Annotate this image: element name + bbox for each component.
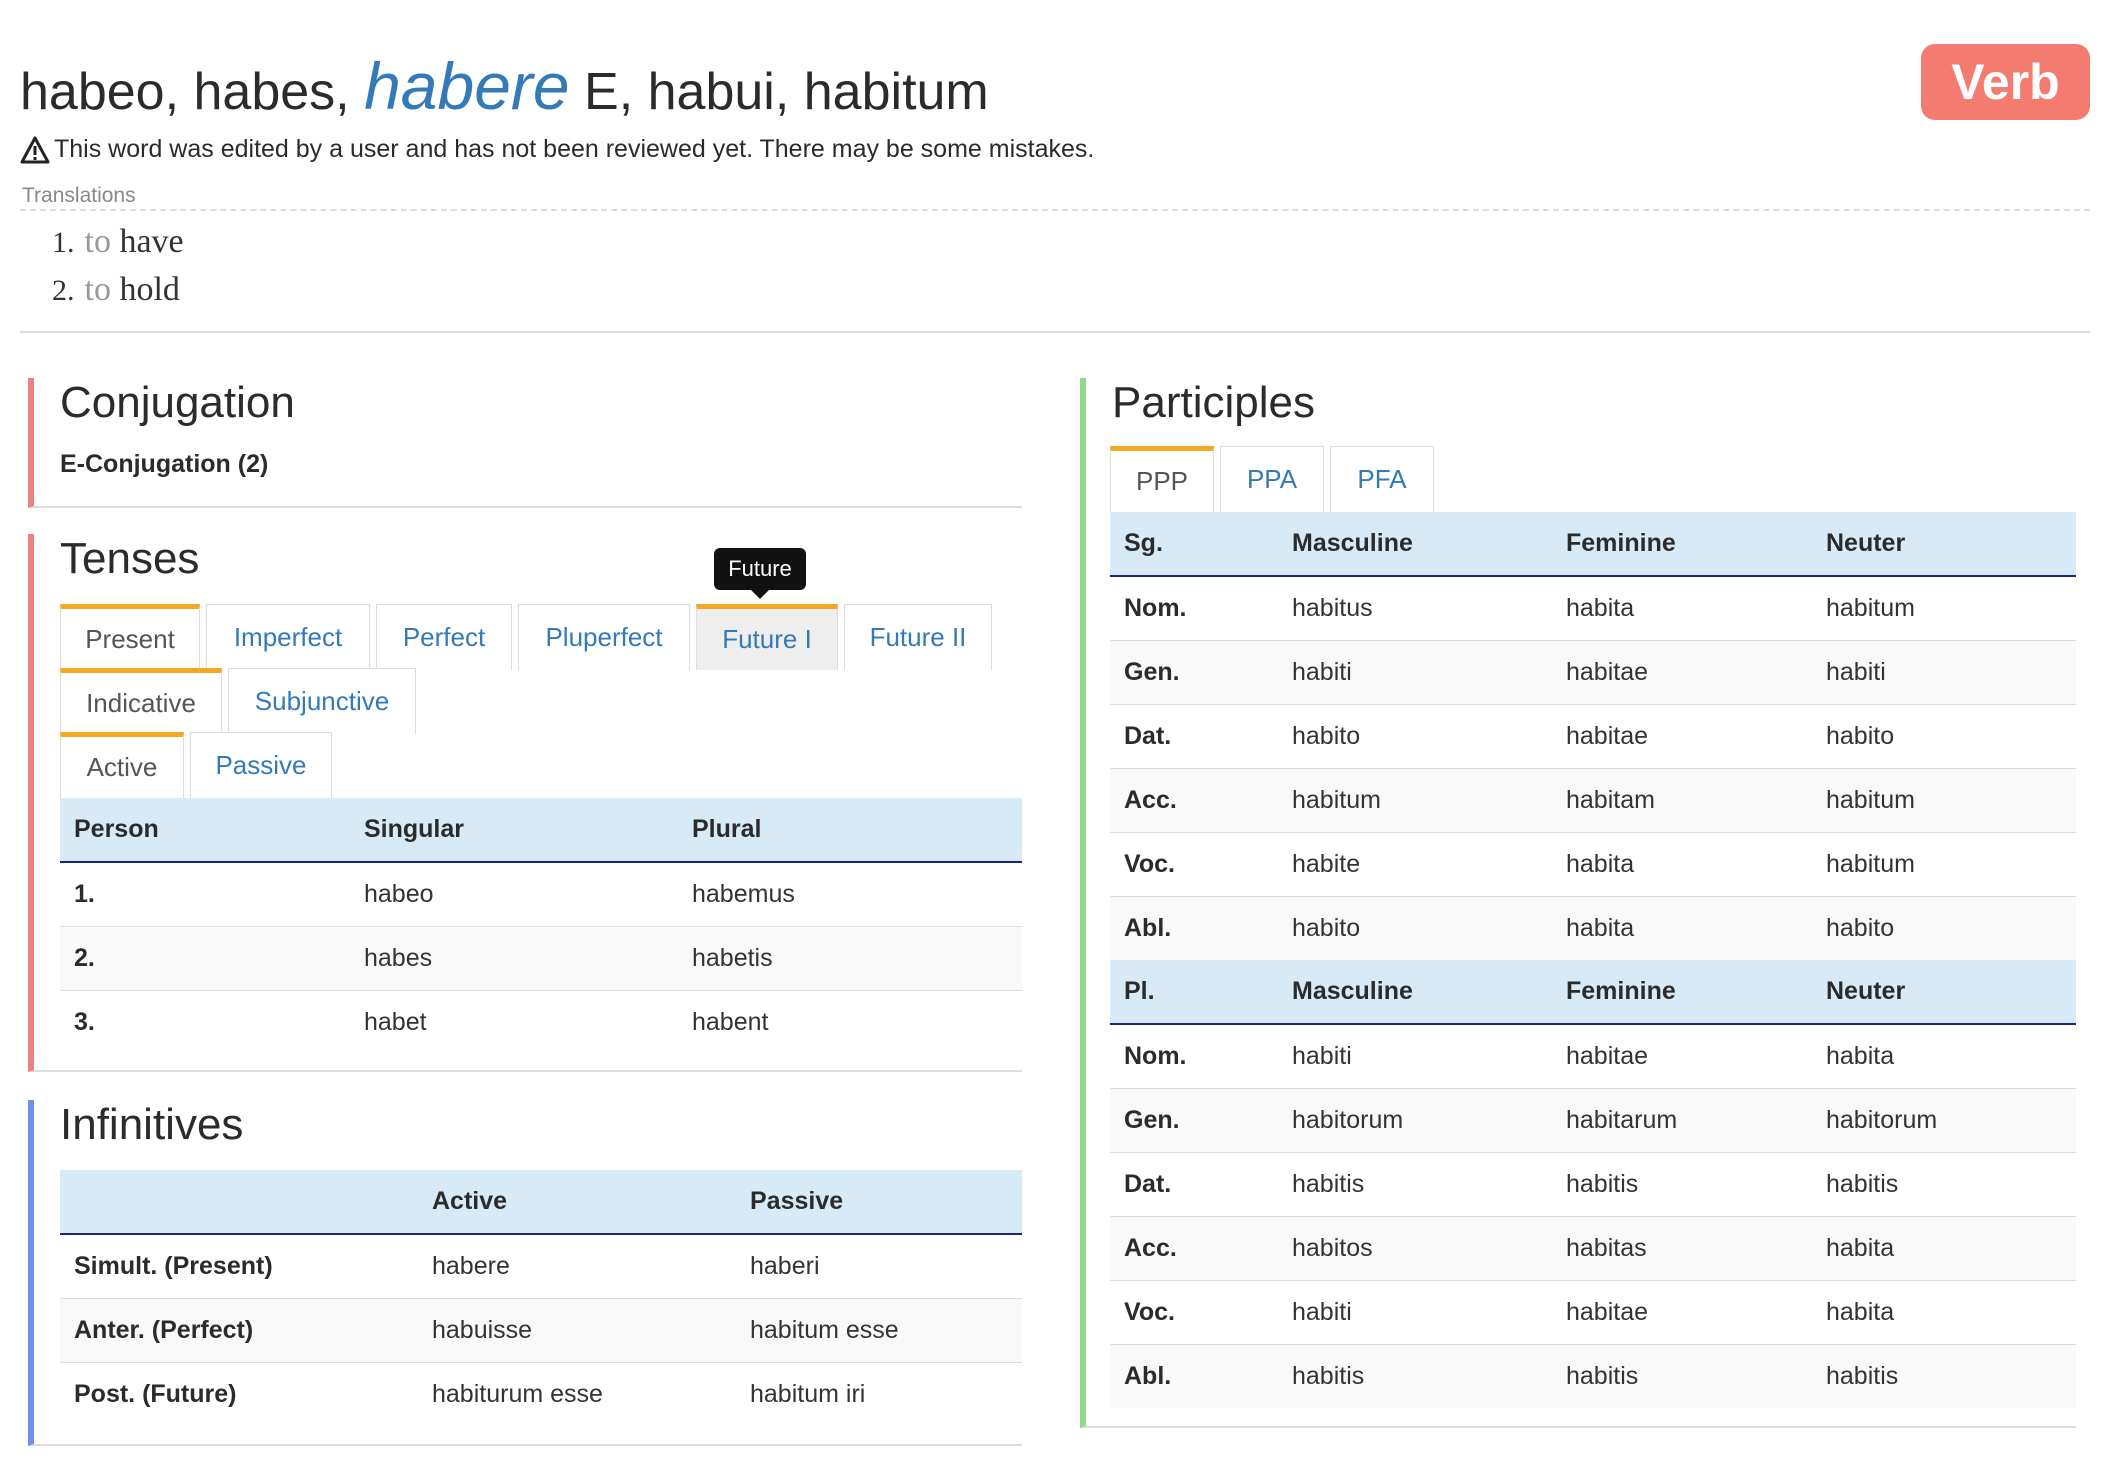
table-header-row: Person Singular Plural [60,798,1022,863]
tab-imperfect[interactable]: Imperfect [206,604,370,670]
column-header: Person [60,798,350,863]
table-header-row: Active Passive [60,1170,1022,1235]
translations-divider [20,209,2090,211]
translation-item: 2. to hold [52,271,180,308]
mood-tabs: Indicative Subjunctive [60,668,422,734]
tab-ppa[interactable]: PPA [1220,446,1324,512]
warning-text: This word was edited by a user and has n… [54,135,1095,163]
tab-pluperfect[interactable]: Pluperfect [518,604,690,670]
table-row: Nom. habitus habita habitum [1110,575,2076,640]
translations-list: 1. to have 2. to hold [52,218,184,314]
conjugation-type: E-Conjugation (2) [60,450,269,478]
word-title: habeo, habes, habere E, habui, habitum [20,50,989,128]
infinitives-title: Infinitives [60,1100,244,1149]
column-header: Pl. [1110,960,1278,1025]
table-row: 2. habes habetis [60,925,1022,990]
table-row: Abl. habito habita habito [1110,895,2076,960]
voice-tabs: Active Passive [60,732,338,798]
tense-tabs: Present Imperfect Perfect Pluperfect Fut… [60,604,998,670]
principal-parts-after: E, habui, habitum [584,63,989,121]
table-row: Gen. habiti habitae habiti [1110,639,2076,704]
translations-label: Translations [22,184,136,207]
table-row: Post. (Future) habiturum esse habitum ir… [60,1361,1022,1426]
tab-subjunctive[interactable]: Subjunctive [228,668,416,734]
tab-indicative[interactable]: Indicative [60,668,222,734]
tab-tooltip: Future [714,548,806,599]
column-header: Neuter [1812,960,2076,1025]
conjugation-table: Person Singular Plural 1. habeo habemus … [60,798,1022,1054]
column-header: Neuter [1812,512,2076,577]
conjugation-panel: Conjugation E-Conjugation (2) [28,378,1022,508]
column-header: Masculine [1278,512,1552,577]
column-header: Masculine [1278,960,1552,1025]
participles-panel: Participles PPP PPA PFA Sg. Masculine Fe… [1080,378,2076,1428]
table-row: Dat. habitis habitis habitis [1110,1151,2076,1216]
table-row: Simult. (Present) habere haberi [60,1233,1022,1298]
column-header: Feminine [1552,512,1812,577]
tab-active[interactable]: Active [60,732,184,798]
tab-ppp[interactable]: PPP [1110,446,1214,512]
infinitives-table: Active Passive Simult. (Present) habere … [60,1170,1022,1426]
table-row: Abl. habitis habitis habitis [1110,1343,2076,1408]
table-row: Acc. habitos habitas habita [1110,1215,2076,1280]
tab-present[interactable]: Present [60,604,200,670]
table-row: Gen. habitorum habitarum habitorum [1110,1087,2076,1152]
conjugation-title: Conjugation [60,378,295,427]
word-type-badge: Verb [1921,44,2090,120]
column-header: Sg. [1110,512,1278,577]
infinitive-form: habere [364,49,570,123]
table-row: Voc. habite habita habitum [1110,831,2076,896]
table-header-row: Sg. Masculine Feminine Neuter [1110,512,2076,577]
participles-table: Sg. Masculine Feminine Neuter Nom. habitu… [1110,512,2076,1408]
column-header: Feminine [1552,960,1812,1025]
word-header: habeo, habes, habere E, habui, habitum [20,50,989,130]
table-row: Anter. (Perfect) habuisse habitum esse [60,1297,1022,1362]
table-row: Nom. habiti habitae habita [1110,1023,2076,1088]
column-header: Active [418,1170,736,1235]
tab-passive[interactable]: Passive [190,732,332,798]
table-row: 3. habet habent [60,989,1022,1054]
tab-future-i[interactable]: Future I [696,604,838,670]
column-header: Singular [350,798,678,863]
tab-perfect[interactable]: Perfect [376,604,512,670]
participles-title: Participles [1112,378,1315,427]
column-header: Plural [678,798,1022,863]
infinitives-panel: Infinitives Active Passive Simult. (Pres… [28,1100,1022,1446]
table-row: Dat. habito habitae habito [1110,703,2076,768]
table-row: Acc. habitum habitam habitum [1110,767,2076,832]
tab-pfa[interactable]: PFA [1330,446,1434,512]
tenses-panel: Tenses Present Imperfect Perfect Pluperf… [28,534,1022,1072]
principal-parts-before: habeo, habes, [20,63,350,121]
participle-tabs: PPP PPA PFA [1110,446,1440,512]
translation-item: 1. to have [52,223,184,260]
table-header-row: Pl. Masculine Feminine Neuter [1110,960,2076,1025]
warning-icon [20,136,50,163]
table-row: Voc. habiti habitae habita [1110,1279,2076,1344]
tenses-title: Tenses [60,534,200,583]
header-divider [20,331,2090,333]
column-header: Passive [736,1170,1022,1235]
table-row: 1. habeo habemus [60,861,1022,926]
tab-future-ii[interactable]: Future II [844,604,992,670]
column-header [60,1170,418,1235]
review-warning: This word was edited by a user and has n… [20,135,1094,164]
